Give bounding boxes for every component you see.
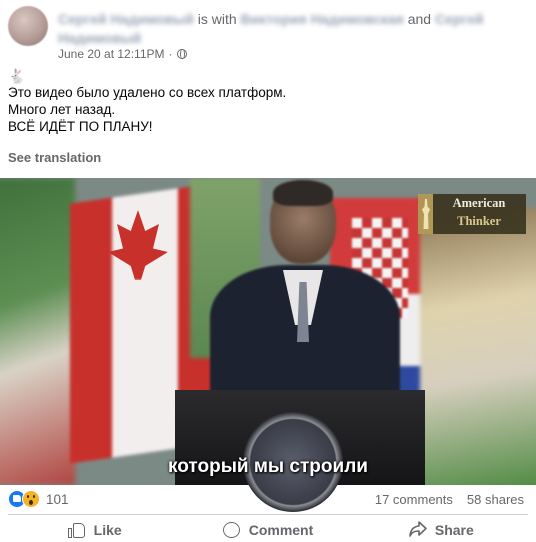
- watermark-text: American: [452, 196, 506, 210]
- comment-icon: [222, 521, 241, 539]
- comment-button[interactable]: Comment: [181, 518, 354, 542]
- author-name[interactable]: Сергей Надимовый: [58, 11, 194, 27]
- see-translation-link[interactable]: See translation: [8, 150, 101, 165]
- shares-count[interactable]: 58 shares: [467, 492, 524, 507]
- share-icon: [409, 521, 427, 539]
- comment-label: Comment: [248, 522, 314, 538]
- video-subtitle: который мы строили: [168, 456, 368, 477]
- speaker-hair: [273, 180, 333, 206]
- action-bar: Like Comment Share: [8, 518, 528, 542]
- timestamp[interactable]: June 20 at 12:11PM: [58, 47, 165, 61]
- post-text-line: Это видео было удалено со всех платформ.: [8, 85, 287, 100]
- flag-background: [0, 178, 75, 485]
- post-stats: 101 17 comments 58 shares: [8, 488, 528, 512]
- with-text: is with: [197, 11, 237, 27]
- avatar[interactable]: [8, 6, 48, 46]
- like-button[interactable]: Like: [8, 518, 181, 542]
- post-text-line: Много лет назад.: [8, 102, 116, 117]
- thumbs-up-icon: [67, 521, 86, 539]
- reactions-summary[interactable]: 101: [8, 490, 69, 508]
- author-line: Сергей Надимовый is with Виктория Надимо…: [58, 10, 528, 48]
- globe-icon[interactable]: [176, 49, 187, 59]
- watermark-text: Thinker: [457, 214, 501, 228]
- share-label: Share: [434, 522, 474, 538]
- post-text: 🐇 Это видео было удалено со всех платфор…: [8, 68, 528, 135]
- post-text-line: ВСЁ ИДЁТ ПО ПЛАНУ!: [8, 119, 153, 134]
- reaction-count: 101: [46, 491, 69, 507]
- and-text: and: [407, 11, 432, 27]
- rabbit-emoji: 🐇: [8, 68, 26, 84]
- meta-separator: ·: [168, 47, 173, 61]
- like-label: Like: [93, 522, 122, 538]
- wow-reaction-icon: [22, 490, 40, 508]
- comments-count[interactable]: 17 comments: [375, 492, 453, 507]
- tagged-person-1[interactable]: Виктория Надимовская: [241, 11, 404, 27]
- engagement-counts: 17 comments 58 shares: [375, 492, 524, 507]
- post-header: Сергей Надимовый is with Виктория Надимо…: [8, 4, 528, 64]
- divider: [8, 514, 528, 515]
- flag-background: [420, 208, 536, 485]
- share-button[interactable]: Share: [355, 518, 528, 542]
- post-meta: June 20 at 12:11PM ·: [58, 47, 187, 61]
